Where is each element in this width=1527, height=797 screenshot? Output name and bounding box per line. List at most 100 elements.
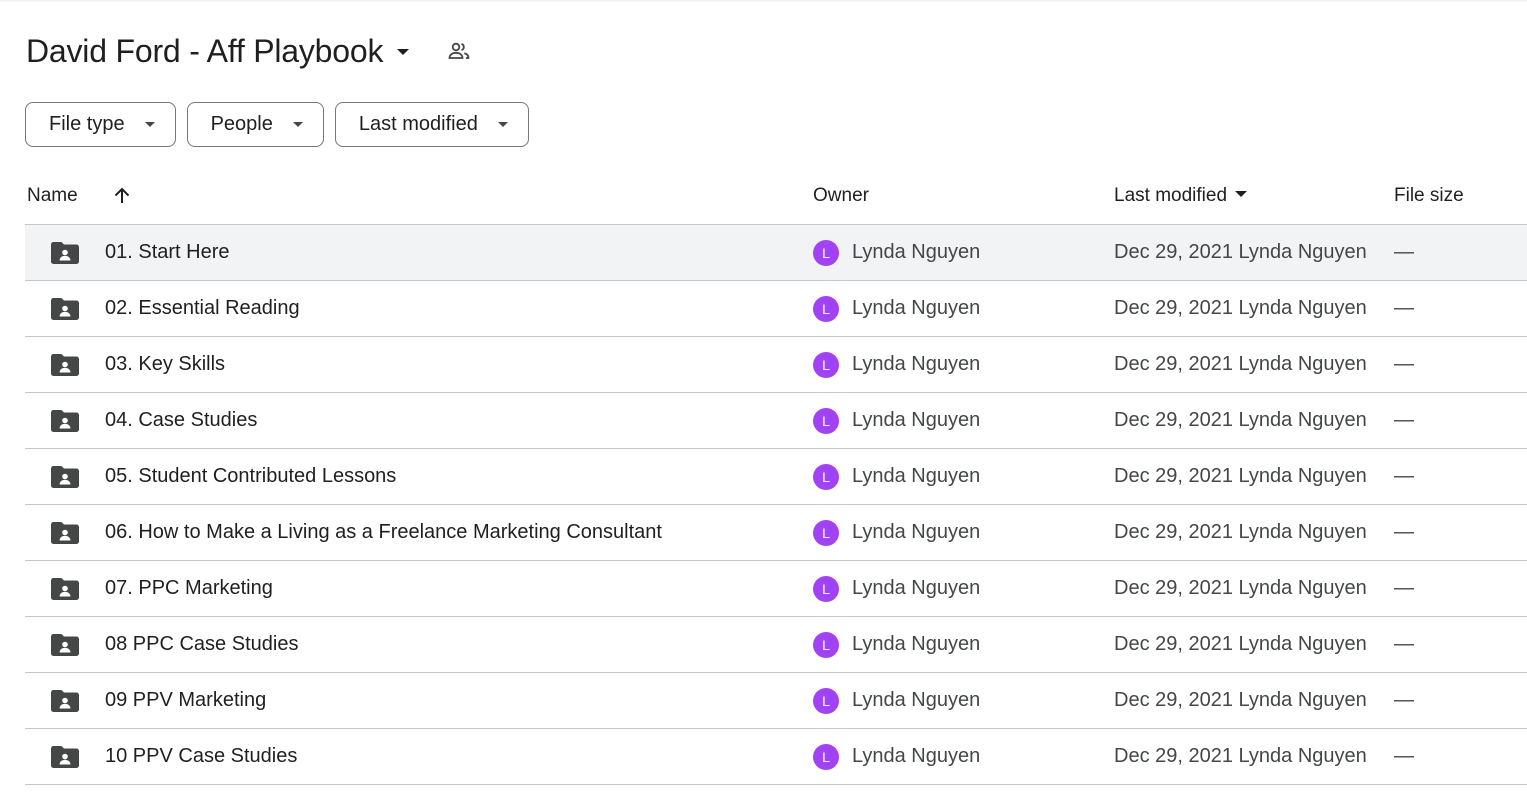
file-size-cell: —: [1394, 577, 1414, 599]
file-name: 01. Start Here: [105, 241, 230, 263]
table-row[interactable]: 08 PPC Case Studies L Lynda Nguyen Dec 2…: [25, 617, 1527, 673]
shared-folder-icon: [51, 578, 79, 600]
caret-down-icon: [144, 122, 155, 127]
owner-name: Lynda Nguyen: [852, 521, 981, 543]
table-row[interactable]: 03. Key Skills L Lynda Nguyen Dec 29, 20…: [25, 337, 1527, 393]
last-modified-cell: Dec 29, 2021 Lynda Nguyen: [1114, 353, 1367, 375]
shared-folder-icon: [51, 634, 79, 656]
last-modified-column-label: Last modified: [1114, 185, 1228, 206]
owner-name: Lynda Nguyen: [852, 353, 981, 375]
file-name: 10 PPV Case Studies: [105, 745, 298, 767]
table-row[interactable]: 06. How to Make a Living as a Freelance …: [25, 505, 1527, 561]
file-name: 06. How to Make a Living as a Freelance …: [105, 521, 662, 543]
avatar: L: [813, 575, 839, 602]
avatar: L: [813, 295, 839, 322]
file-name: 02. Essential Reading: [105, 297, 300, 319]
last-modified-cell: Dec 29, 2021 Lynda Nguyen: [1114, 689, 1367, 711]
folder-title-button[interactable]: David Ford - Aff Playbook: [26, 28, 410, 74]
file-size-cell: —: [1394, 353, 1414, 375]
file-size-cell: —: [1394, 745, 1414, 767]
avatar: L: [813, 687, 839, 714]
avatar: L: [813, 239, 839, 266]
shared-folder-icon: [51, 466, 79, 488]
table-row[interactable]: 10 PPV Case Studies L Lynda Nguyen Dec 2…: [25, 729, 1527, 785]
file-size-cell: —: [1394, 465, 1414, 487]
owner-cell: L Lynda Nguyen: [813, 617, 980, 672]
avatar: L: [813, 351, 839, 378]
file-size-cell: —: [1394, 689, 1414, 711]
file-size-cell: —: [1394, 633, 1414, 655]
owner-cell: L Lynda Nguyen: [813, 225, 980, 280]
people-filter[interactable]: People: [186, 102, 324, 147]
last-modified-cell: Dec 29, 2021 Lynda Nguyen: [1114, 465, 1367, 487]
file-name: 08 PPC Case Studies: [105, 633, 299, 655]
file-size-cell: —: [1394, 241, 1414, 263]
owner-name: Lynda Nguyen: [852, 465, 981, 487]
folder-title: David Ford - Aff Playbook: [26, 33, 384, 69]
owner-cell: L Lynda Nguyen: [813, 393, 980, 448]
table-row[interactable]: 02. Essential Reading L Lynda Nguyen Dec…: [25, 281, 1527, 337]
file-size-cell: —: [1394, 521, 1414, 543]
drive-folder-view: David Ford - Aff Playbook File type Peop…: [0, 0, 1527, 797]
sort-ascending-icon[interactable]: [110, 184, 134, 208]
file-name: 07. PPC Marketing: [105, 577, 273, 599]
owner-cell: L Lynda Nguyen: [813, 281, 980, 336]
people-icon[interactable]: [445, 37, 473, 65]
owner-column-header[interactable]: Owner: [813, 176, 869, 216]
shared-folder-icon: [51, 298, 79, 320]
file-name: 04. Case Studies: [105, 409, 258, 431]
table-row[interactable]: 07. PPC Marketing L Lynda Nguyen Dec 29,…: [25, 561, 1527, 617]
folder-header: David Ford - Aff Playbook: [26, 28, 473, 74]
last-modified-cell: Dec 29, 2021 Lynda Nguyen: [1114, 633, 1367, 655]
file-size-cell: —: [1394, 409, 1414, 431]
column-header-row: Name Owner Last modified File size: [0, 176, 1527, 224]
shared-folder-icon: [51, 690, 79, 712]
caret-down-icon: [497, 122, 508, 127]
shared-folder-icon: [51, 410, 79, 432]
shared-folder-icon: [51, 746, 79, 768]
caret-down-icon: [397, 49, 410, 55]
last-modified-cell: Dec 29, 2021 Lynda Nguyen: [1114, 409, 1367, 431]
name-column-header[interactable]: Name: [27, 176, 78, 216]
top-divider: [0, 0, 1527, 2]
owner-name: Lynda Nguyen: [852, 689, 981, 711]
last-modified-filter-label: Last modified: [358, 113, 478, 135]
file-list: 01. Start Here L Lynda Nguyen Dec 29, 20…: [25, 224, 1527, 785]
avatar: L: [813, 631, 839, 658]
table-row[interactable]: 09 PPV Marketing L Lynda Nguyen Dec 29, …: [25, 673, 1527, 729]
owner-name: Lynda Nguyen: [852, 409, 981, 431]
avatar: L: [813, 743, 839, 770]
file-name: 09 PPV Marketing: [105, 689, 267, 711]
owner-cell: L Lynda Nguyen: [813, 449, 980, 504]
avatar: L: [813, 407, 839, 434]
last-modified-cell: Dec 29, 2021 Lynda Nguyen: [1114, 745, 1367, 767]
owner-cell: L Lynda Nguyen: [813, 561, 980, 616]
filter-chips: File type People Last modified: [25, 102, 529, 147]
table-row[interactable]: 04. Case Studies L Lynda Nguyen Dec 29, …: [25, 393, 1527, 449]
file-size-column-header[interactable]: File size: [1394, 176, 1464, 216]
file-type-filter[interactable]: File type: [25, 102, 176, 147]
caret-down-icon: [1235, 191, 1248, 198]
shared-folder-icon: [51, 354, 79, 376]
table-row[interactable]: 01. Start Here L Lynda Nguyen Dec 29, 20…: [25, 225, 1527, 281]
owner-name: Lynda Nguyen: [852, 297, 981, 319]
last-modified-cell: Dec 29, 2021 Lynda Nguyen: [1114, 297, 1367, 319]
avatar: L: [813, 519, 839, 546]
last-modified-filter[interactable]: Last modified: [334, 102, 529, 147]
shared-folder-icon: [51, 522, 79, 544]
file-size-cell: —: [1394, 297, 1414, 319]
owner-cell: L Lynda Nguyen: [813, 673, 980, 728]
shared-folder-icon: [51, 242, 79, 264]
owner-name: Lynda Nguyen: [852, 241, 981, 263]
owner-name: Lynda Nguyen: [852, 633, 981, 655]
last-modified-cell: Dec 29, 2021 Lynda Nguyen: [1114, 577, 1367, 599]
owner-cell: L Lynda Nguyen: [813, 337, 980, 392]
people-filter-label: People: [210, 113, 273, 135]
file-type-filter-label: File type: [49, 113, 125, 135]
caret-down-icon: [292, 122, 303, 127]
avatar: L: [813, 463, 839, 490]
last-modified-column-header[interactable]: Last modified: [1114, 176, 1248, 216]
last-modified-cell: Dec 29, 2021 Lynda Nguyen: [1114, 241, 1367, 263]
owner-cell: L Lynda Nguyen: [813, 729, 980, 784]
table-row[interactable]: 05. Student Contributed Lessons L Lynda …: [25, 449, 1527, 505]
